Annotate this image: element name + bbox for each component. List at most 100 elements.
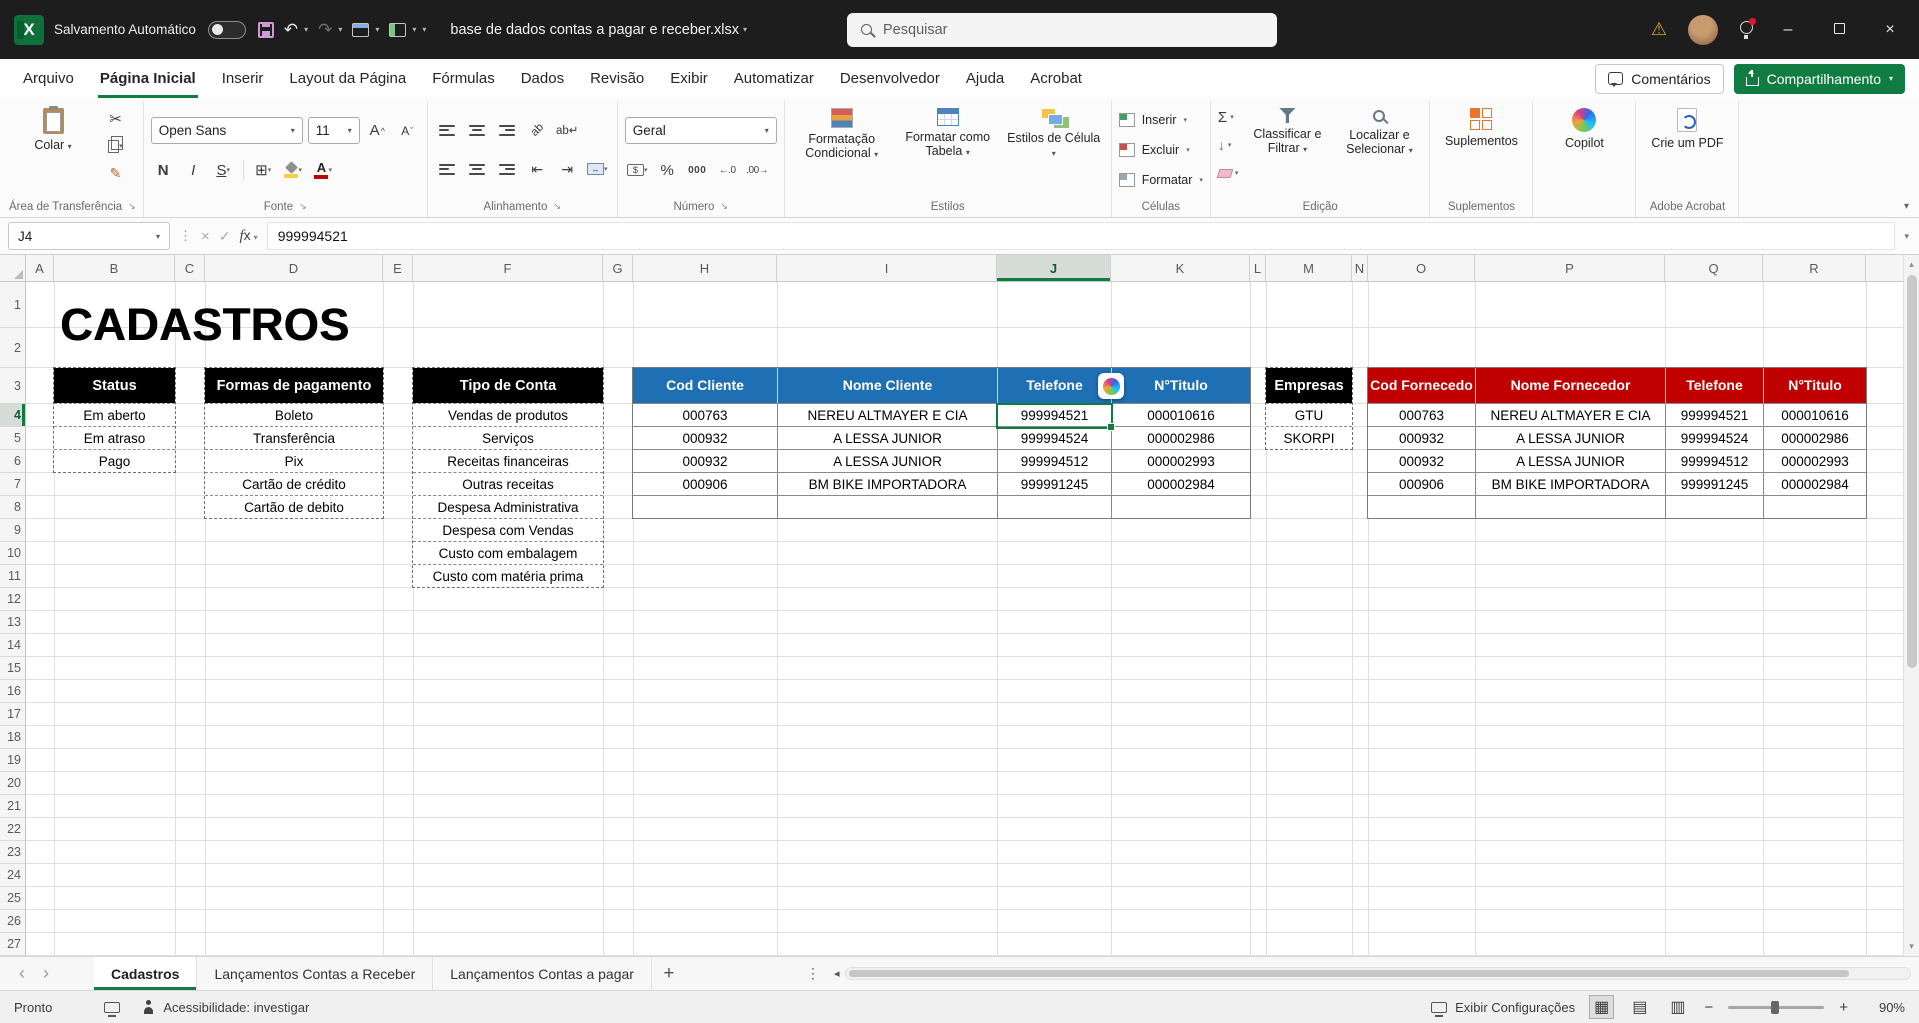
zoom-level[interactable]: 90% (1863, 1000, 1905, 1015)
suppliers-column-header[interactable]: Cod Fornecedo (1368, 368, 1475, 403)
sheet-nav-prev-icon[interactable]: ‹ (10, 963, 34, 984)
autosum-button[interactable]: Σ (1218, 109, 1227, 126)
account-types-item[interactable]: Despesa Administrativa (413, 495, 603, 518)
clients-cell[interactable]: 000002993 (1111, 449, 1250, 472)
suppliers-cell[interactable]: BM BIKE IMPORTADORA (1475, 472, 1665, 495)
qat-table-caret-icon[interactable]: ▾ (375, 25, 379, 34)
decrease-indent-button[interactable]: ⇤ (525, 157, 550, 181)
column-header-n[interactable]: N (1352, 255, 1368, 281)
column-header-r[interactable]: R (1763, 255, 1866, 281)
zoom-in-button[interactable]: + (1839, 999, 1848, 1016)
sheet-grid[interactable]: 1234567891011121314151617181920212223242… (0, 282, 1903, 956)
format-painter-button[interactable]: ✎ (103, 161, 128, 185)
row-header-18[interactable]: 18 (0, 726, 26, 749)
row-header-26[interactable]: 26 (0, 910, 26, 933)
row-header-19[interactable]: 19 (0, 749, 26, 772)
fill-button[interactable]: ↓ (1218, 137, 1225, 153)
align-left-button[interactable] (435, 157, 460, 181)
column-header-i[interactable]: I (777, 255, 997, 281)
align-bottom-button[interactable] (495, 118, 520, 142)
clients-cell[interactable]: 999994512 (997, 449, 1111, 472)
column-header-j[interactable]: J (997, 255, 1111, 281)
companies-item[interactable]: SKORPI (1266, 426, 1352, 449)
clients-cell[interactable]: A LESSA JUNIOR (777, 449, 997, 472)
accounting-format-button[interactable]: $▾ (625, 158, 650, 182)
ribbon-tab-exibir[interactable]: Exibir (657, 59, 721, 98)
clients-column-header[interactable]: Telefone (997, 368, 1111, 403)
companies-header[interactable]: Empresas (1266, 368, 1352, 403)
row-header-23[interactable]: 23 (0, 841, 26, 864)
horizontal-scroll-thumb[interactable] (849, 970, 1849, 977)
vertical-scrollbar[interactable]: ▴ ▾ (1903, 255, 1919, 956)
excel-logo-icon[interactable]: X (14, 15, 44, 45)
font-dialog-launcher[interactable]: ↘ (299, 201, 307, 212)
suppliers-column-header[interactable]: N°Titulo (1763, 368, 1866, 403)
autosave-toggle[interactable] (208, 21, 246, 39)
save-icon[interactable] (258, 22, 274, 38)
comments-button[interactable]: Comentários (1595, 64, 1723, 94)
suppliers-cell[interactable]: 000932 (1368, 426, 1475, 449)
column-header-c[interactable]: C (175, 255, 205, 281)
column-header-o[interactable]: O (1368, 255, 1475, 281)
row-header-13[interactable]: 13 (0, 611, 26, 634)
suppliers-cell[interactable]: 999994524 (1665, 426, 1763, 449)
confirm-entry-button[interactable]: ✓ (219, 228, 231, 245)
sheet-tab-lancamentos-contas-a-receber[interactable]: Lançamentos Contas a Receber (197, 957, 433, 990)
row-header-4[interactable]: 4 (0, 404, 26, 427)
suppliers-cell[interactable]: A LESSA JUNIOR (1475, 426, 1665, 449)
suppliers-cell[interactable]: 000002993 (1763, 449, 1866, 472)
suppliers-cell[interactable]: 000763 (1368, 403, 1475, 426)
clients-cell[interactable] (633, 495, 777, 518)
suppliers-cell[interactable]: A LESSA JUNIOR (1475, 449, 1665, 472)
comma-style-button[interactable]: 000 (685, 158, 710, 182)
column-header-a[interactable]: A (26, 255, 54, 281)
row-header-21[interactable]: 21 (0, 795, 26, 818)
format-cells-button[interactable]: Formatar▾ (1119, 166, 1203, 193)
suppliers-cell[interactable]: 999994512 (1665, 449, 1763, 472)
number-format-select[interactable]: Geral▾ (625, 117, 777, 144)
suppliers-cell[interactable]: NEREU ALTMAYER E CIA (1475, 403, 1665, 426)
sheet-tab-lancamentos-contas-a-pagar[interactable]: Lançamentos Contas a pagar (433, 957, 652, 990)
copilot-cell-button[interactable] (1098, 373, 1124, 399)
redo-caret-icon[interactable]: ▾ (338, 25, 342, 34)
font-size-select[interactable]: 11▾ (308, 117, 360, 144)
scroll-down-icon[interactable]: ▾ (1904, 941, 1919, 952)
select-all-corner[interactable] (0, 255, 26, 281)
close-button[interactable]: × (1875, 21, 1905, 39)
suppliers-column-header[interactable]: Telefone (1665, 368, 1763, 403)
row-header-15[interactable]: 15 (0, 657, 26, 680)
align-right-button[interactable] (495, 157, 520, 181)
column-header-m[interactable]: M (1266, 255, 1352, 281)
ribbon-tab-automatizar[interactable]: Automatizar (721, 59, 827, 98)
clients-cell[interactable]: NEREU ALTMAYER E CIA (777, 403, 997, 426)
restore-button[interactable] (1824, 21, 1854, 39)
row-header-5[interactable]: 5 (0, 427, 26, 450)
sheet-nav-next-icon[interactable]: › (34, 963, 58, 984)
column-header-q[interactable]: Q (1665, 255, 1763, 281)
insert-function-button[interactable]: fx▾ (240, 227, 258, 245)
paste-button[interactable]: Colar ▾ (9, 103, 97, 154)
ribbon-tab-inserir[interactable]: Inserir (209, 59, 277, 98)
row-header-2[interactable]: 2 (0, 328, 26, 368)
font-name-select[interactable]: Open Sans▾ (151, 117, 303, 144)
collapse-ribbon-button[interactable]: ▾ (1904, 201, 1909, 212)
zoom-slider-thumb[interactable] (1771, 1001, 1779, 1014)
page-break-view-button[interactable]: ▥ (1666, 996, 1689, 1018)
scroll-up-icon[interactable]: ▴ (1904, 259, 1919, 270)
add-ins-button[interactable]: Suplementos (1437, 103, 1525, 196)
qat-table-format-icon[interactable] (352, 23, 369, 37)
fill-color-button[interactable]: ▾ (281, 158, 306, 182)
row-header-12[interactable]: 12 (0, 588, 26, 611)
underline-button[interactable]: S▾ (211, 158, 236, 182)
ribbon-tab-ajuda[interactable]: Ajuda (953, 59, 1017, 98)
ribbon-tab-dados[interactable]: Dados (508, 59, 577, 98)
row-header-22[interactable]: 22 (0, 818, 26, 841)
name-box[interactable]: J4 ▾ (8, 222, 170, 250)
share-button[interactable]: Compartilhamento ▾ (1734, 64, 1905, 94)
row-header-17[interactable]: 17 (0, 703, 26, 726)
row-header-14[interactable]: 14 (0, 634, 26, 657)
search-box[interactable]: Pesquisar (847, 13, 1277, 47)
horizontal-scrollbar[interactable] (845, 967, 1911, 980)
new-sheet-button[interactable]: + (652, 963, 686, 985)
clients-cell[interactable]: 999994524 (997, 426, 1111, 449)
